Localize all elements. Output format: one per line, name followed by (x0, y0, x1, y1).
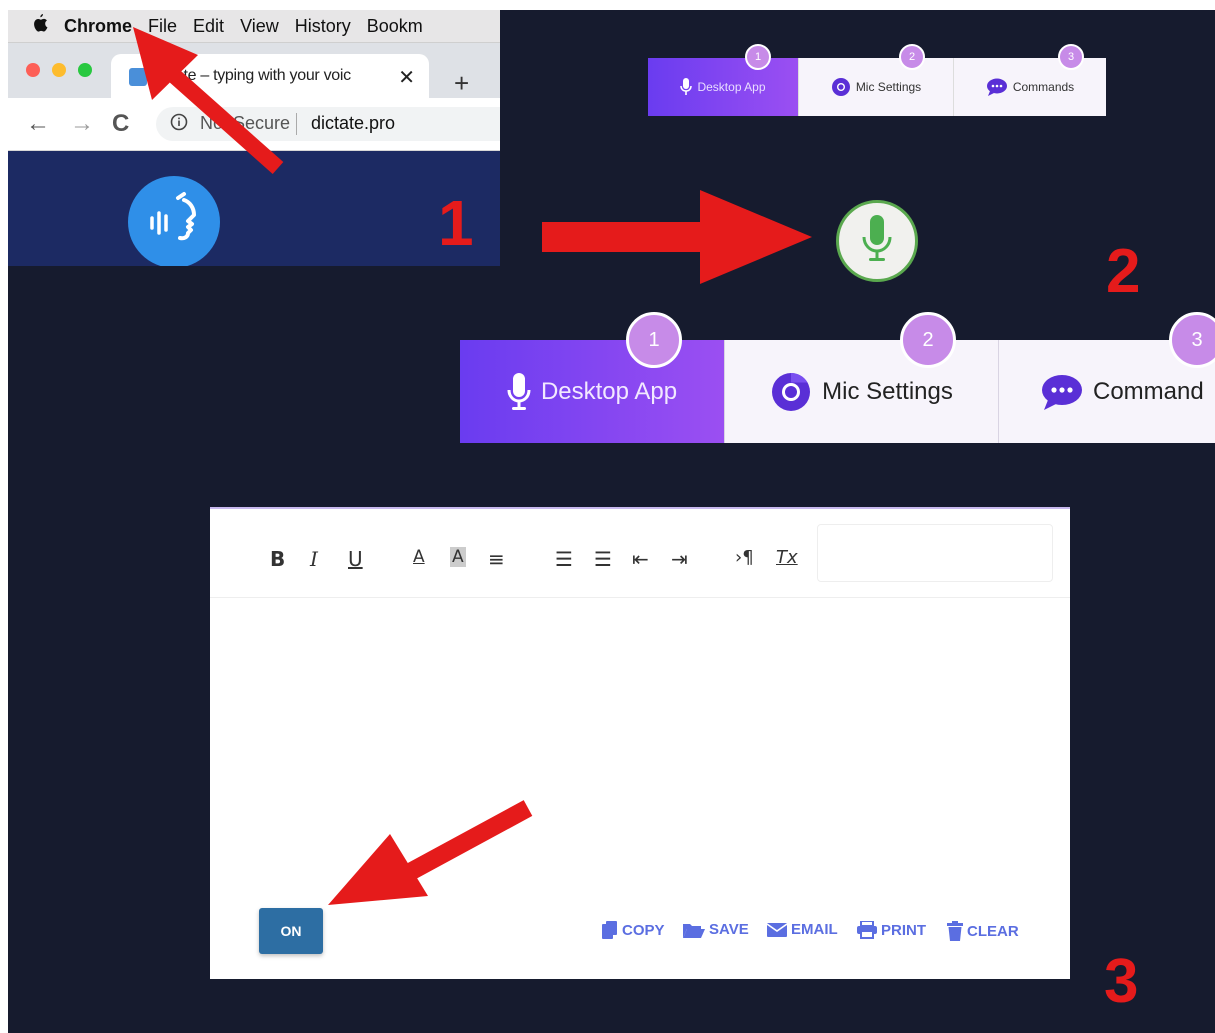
tab-label: Mic Settings (855, 80, 922, 94)
close-window-icon[interactable] (26, 63, 40, 77)
printer-icon (857, 921, 877, 939)
font-select[interactable] (817, 524, 1053, 582)
divider (296, 113, 297, 135)
maximize-window-icon[interactable] (78, 63, 92, 77)
clear-format-button[interactable]: Tx (776, 547, 798, 568)
tab-label: Desktop App (540, 377, 678, 405)
chat-icon (1041, 374, 1083, 410)
print-label: PRINT (881, 921, 926, 939)
info-icon[interactable] (170, 113, 188, 136)
menu-view[interactable]: View (240, 16, 279, 37)
highlight-button[interactable]: A (450, 547, 466, 567)
font-color-button[interactable]: A (413, 547, 425, 567)
security-label: Not Secure (200, 113, 291, 133)
email-button[interactable]: EMAIL (767, 921, 838, 938)
paragraph-button[interactable]: ›¶ (735, 547, 754, 568)
reload-icon[interactable]: C (112, 110, 129, 138)
outdent-button[interactable]: ⇤ (632, 547, 649, 571)
ordered-list-button[interactable]: ☰ (555, 547, 573, 571)
indent-button[interactable]: ⇥ (671, 547, 688, 571)
email-label: EMAIL (791, 921, 838, 938)
tab-badge: 3 (1169, 312, 1215, 368)
big-tabs: 1 Desktop App 2 Mic Settings 3 Command (460, 312, 1215, 443)
tab-label: Command (1093, 377, 1204, 405)
chat-icon (986, 78, 1008, 96)
menu-bookmarks[interactable]: Bookm (367, 16, 423, 37)
trash-icon (947, 921, 963, 941)
print-button[interactable]: PRINT (857, 921, 926, 939)
copy-icon (602, 921, 618, 939)
italic-button[interactable]: I (310, 547, 318, 571)
bullet-list-button[interactable]: ☰ (594, 547, 612, 571)
save-label: SAVE (709, 921, 749, 938)
tab-mic-settings-small[interactable]: 2 Mic Settings (798, 44, 953, 116)
microphone-button[interactable] (836, 200, 918, 282)
dictate-logo[interactable] (128, 176, 220, 266)
mac-menubar: Chrome File Edit View History Bookm (8, 10, 500, 43)
align-button[interactable]: ≡ (488, 547, 505, 571)
editor-toolbar: B I U A A ≡ ☰ ☰ ⇤ ⇥ ›¶ Tx (210, 509, 1070, 598)
menu-edit[interactable]: Edit (193, 16, 224, 37)
text-editor: B I U A A ≡ ☰ ☰ ⇤ ⇥ ›¶ Tx ON COPY SAVE E… (210, 507, 1070, 979)
copy-button[interactable]: COPY (602, 921, 665, 939)
tab-badge: 2 (899, 44, 925, 70)
apple-icon[interactable] (32, 14, 48, 38)
menu-file[interactable]: File (148, 16, 177, 37)
url-text: dictate.pro (311, 113, 396, 133)
tab-desktop-app-small[interactable]: 1 Desktop App (648, 44, 798, 116)
dictate-favicon-icon (129, 68, 147, 86)
new-tab-button[interactable]: + (454, 68, 469, 99)
forward-icon[interactable]: → (70, 110, 94, 138)
close-tab-icon[interactable]: ✕ (398, 65, 415, 90)
menu-history[interactable]: History (295, 16, 351, 37)
step-number-3: 3 (1104, 947, 1139, 1016)
tab-title: …tate – typing with your voic (155, 67, 351, 84)
microphone-icon (862, 214, 892, 268)
underline-button[interactable]: U (348, 547, 363, 571)
chrome-icon (831, 77, 851, 97)
tab-badge: 2 (900, 312, 956, 368)
chrome-icon (770, 371, 812, 413)
tab-badge: 1 (745, 44, 771, 70)
tab-desktop-app[interactable]: 1 Desktop App (460, 312, 724, 443)
step-number-1: 1 (438, 187, 474, 259)
browser-window: Chrome File Edit View History Bookm …tat… (8, 10, 500, 266)
tab-badge: 3 (1058, 44, 1084, 70)
microphone-icon (680, 78, 693, 96)
address-bar[interactable]: Not Secure dictate.pro (156, 107, 500, 141)
tab-commands[interactable]: 3 Command (998, 312, 1215, 443)
step-number-2: 2 (1106, 237, 1141, 306)
clear-button[interactable]: CLEAR (947, 921, 1019, 941)
tab-badge: 1 (626, 312, 682, 368)
save-button[interactable]: SAVE (683, 921, 749, 938)
tab-label: Desktop App (697, 80, 766, 94)
tab-label: Commands (1012, 80, 1075, 94)
clear-label: CLEAR (967, 922, 1019, 940)
tab-commands-small[interactable]: 3 Commands (953, 44, 1106, 116)
minimize-window-icon[interactable] (52, 63, 66, 77)
back-icon[interactable]: ← (26, 110, 50, 138)
microphone-icon (507, 372, 531, 411)
envelope-icon (767, 922, 787, 937)
menu-chrome[interactable]: Chrome (64, 16, 132, 37)
folder-open-icon (683, 922, 705, 938)
browser-tab[interactable]: …tate – typing with your voic ✕ (111, 54, 429, 98)
small-tabs: 1 Desktop App 2 Mic Settings 3 Commands (648, 44, 1106, 116)
tab-label: Mic Settings (822, 377, 953, 405)
on-button[interactable]: ON (259, 908, 323, 954)
bold-button[interactable]: B (270, 547, 285, 571)
tab-mic-settings[interactable]: 2 Mic Settings (724, 312, 998, 443)
copy-label: COPY (622, 921, 665, 939)
